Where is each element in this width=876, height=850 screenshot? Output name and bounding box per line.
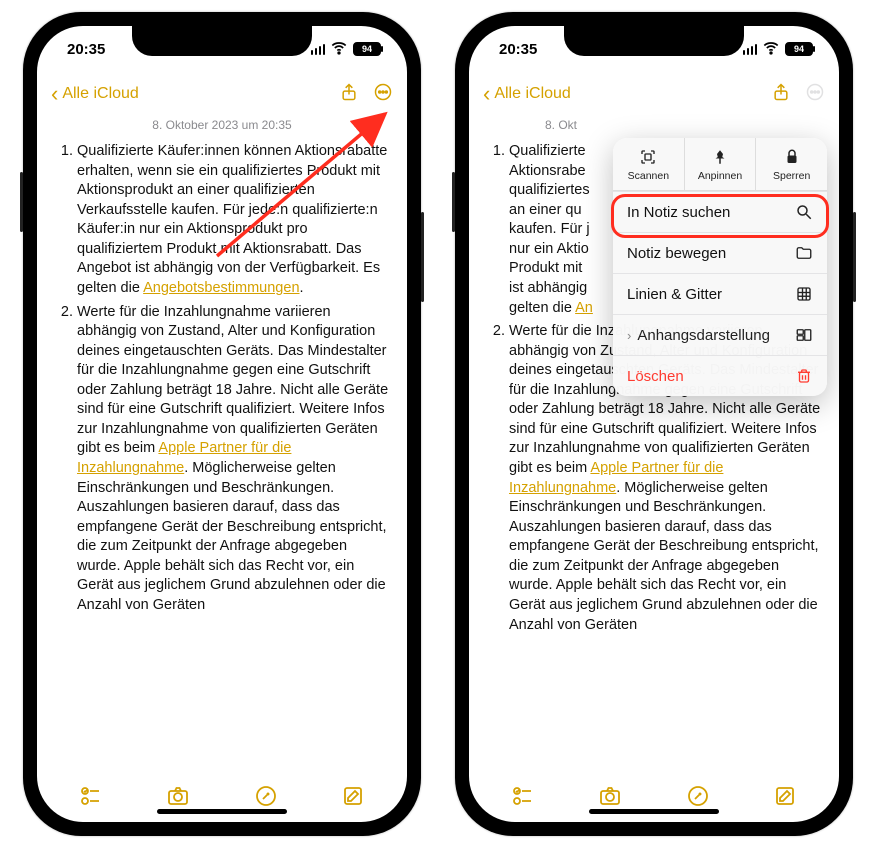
note-timestamp: 8. Oktober 2023 um 20:35 <box>37 118 407 132</box>
screen-left: 20:35 94 ‹ Alle iCloud <box>37 26 407 822</box>
folder-icon <box>795 244 813 262</box>
menu-top-actions: Scannen Anpinnen Sperren <box>613 138 827 191</box>
search-icon <box>795 203 813 221</box>
nav-bar: ‹ Alle iCloud <box>37 72 407 116</box>
cellular-signal-icon <box>311 44 326 55</box>
menu-pin[interactable]: Anpinnen <box>684 138 756 190</box>
note-timestamp: 8. Okt <box>469 118 839 132</box>
context-menu: Scannen Anpinnen Sperren In Notiz suchen… <box>613 138 827 396</box>
markup-button[interactable] <box>686 784 710 808</box>
note-body[interactable]: Qualifizierte Käufer:innen können Aktion… <box>37 132 407 770</box>
checklist-button[interactable] <box>79 784 103 808</box>
status-right: 94 <box>743 38 814 61</box>
compose-button[interactable] <box>773 784 797 808</box>
lock-icon <box>783 148 801 166</box>
wifi-icon <box>329 38 349 61</box>
screen-right: 20:35 94 ‹ Alle iCloud <box>469 26 839 822</box>
checklist-button[interactable] <box>511 784 535 808</box>
list-item: Qualifizierte Käufer:innen können Aktion… <box>77 142 389 299</box>
menu-search-in-note[interactable]: In Notiz suchen <box>613 191 827 232</box>
menu-delete[interactable]: Löschen <box>613 355 827 396</box>
nav-bar: ‹ Alle iCloud <box>469 72 839 116</box>
scan-icon <box>639 148 657 166</box>
menu-move-note[interactable]: Notiz bewegen <box>613 232 827 273</box>
share-button[interactable] <box>339 82 359 107</box>
grid-icon <box>795 285 813 303</box>
more-button[interactable] <box>805 82 825 107</box>
notch <box>564 26 744 56</box>
pin-icon <box>711 148 729 166</box>
attachment-layout-icon <box>795 326 813 344</box>
menu-attachment-view[interactable]: ›Anhangsdarstellung <box>613 314 827 355</box>
compose-button[interactable] <box>341 784 365 808</box>
link-angebotsbestimmungen[interactable]: Angebotsbestimmungen <box>143 280 299 296</box>
back-button[interactable]: ‹ Alle iCloud <box>51 83 139 105</box>
share-button[interactable] <box>771 82 791 107</box>
markup-button[interactable] <box>254 784 278 808</box>
home-indicator[interactable] <box>589 809 719 814</box>
back-button[interactable]: ‹ Alle iCloud <box>483 83 571 105</box>
phone-left: 20:35 94 ‹ Alle iCloud <box>23 12 421 836</box>
back-label: Alle iCloud <box>494 85 570 103</box>
back-label: Alle iCloud <box>62 85 138 103</box>
trash-icon <box>795 367 813 385</box>
menu-lock[interactable]: Sperren <box>755 138 827 190</box>
link-angebotsbestimmungen[interactable]: An <box>575 300 593 316</box>
wifi-icon <box>761 38 781 61</box>
status-time: 20:35 <box>67 41 105 58</box>
menu-lines-grid[interactable]: Linien & Gitter <box>613 273 827 314</box>
chevron-left-icon: ‹ <box>51 83 58 105</box>
battery-icon: 94 <box>785 42 813 56</box>
status-time: 20:35 <box>499 41 537 58</box>
chevron-right-icon: › <box>627 328 631 343</box>
camera-button[interactable] <box>166 784 190 808</box>
chevron-left-icon: ‹ <box>483 83 490 105</box>
bottom-toolbar <box>37 770 407 822</box>
more-button[interactable] <box>373 82 393 107</box>
menu-scan[interactable]: Scannen <box>613 138 684 190</box>
phone-right: 20:35 94 ‹ Alle iCloud <box>455 12 853 836</box>
home-indicator[interactable] <box>157 809 287 814</box>
bottom-toolbar <box>469 770 839 822</box>
list-item: Werte für die Inzahlungnahme variieren a… <box>77 303 389 616</box>
cellular-signal-icon <box>743 44 758 55</box>
status-right: 94 <box>311 38 382 61</box>
battery-icon: 94 <box>353 42 381 56</box>
camera-button[interactable] <box>598 784 622 808</box>
notch <box>132 26 312 56</box>
